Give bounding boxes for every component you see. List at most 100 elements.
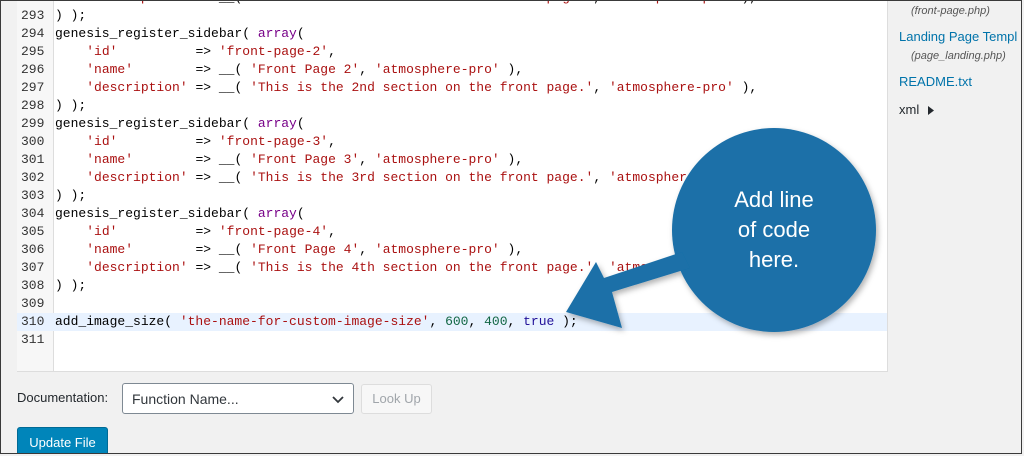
code-text: 'description' => __( 'This is the 4th se… <box>55 259 757 277</box>
code-line[interactable]: 297 'description' => __( 'This is the 2n… <box>17 79 887 97</box>
code-token: 'This is the 2nd section on the front pa… <box>250 80 594 95</box>
line-number: 294 <box>21 26 45 41</box>
callout-text-line: Add line <box>734 187 814 212</box>
code-token: ) ); <box>55 278 87 293</box>
code-token: , <box>359 242 375 257</box>
line-number: 310 <box>21 314 45 329</box>
code-token: genesis_register_sidebar( <box>55 206 258 221</box>
code-line[interactable]: 311 <box>17 331 887 349</box>
callout-text-line: here. <box>748 247 800 272</box>
code-line[interactable]: 309 <box>17 295 887 313</box>
code-text: 'id' => 'front-page-3', <box>55 133 336 151</box>
line-number: 306 <box>21 242 45 257</box>
code-token: => __( <box>133 62 251 77</box>
documentation-label: Documentation: <box>17 390 109 405</box>
code-token: 'Front Page 4' <box>250 242 360 257</box>
code-token: 'front-page-4' <box>218 224 329 239</box>
code-token: 'name' <box>86 62 134 77</box>
editor-screen: 292 'description' => __( 'This is the 1s… <box>0 0 1022 454</box>
code-line[interactable]: 301 'name' => __( 'Front Page 3', 'atmos… <box>17 151 887 169</box>
code-token: , <box>328 134 336 149</box>
code-token: ), <box>499 242 524 257</box>
code-token: => <box>117 134 219 149</box>
code-token: 'This is the 4th section on the front pa… <box>250 260 594 275</box>
code-token: , <box>593 260 609 275</box>
code-token: 'id' <box>86 224 118 239</box>
code-text: genesis_register_sidebar( array( <box>55 205 305 223</box>
line-number: 298 <box>21 98 45 113</box>
caret-right-icon <box>927 106 934 116</box>
code-token: => __( <box>187 260 251 275</box>
folder-xml[interactable]: xml <box>899 102 935 117</box>
code-token: ( <box>296 116 305 131</box>
code-line[interactable]: 298 ) ); <box>17 97 887 115</box>
file-link-landing-page[interactable]: Landing Page Templ <box>899 29 1017 44</box>
line-number: 296 <box>21 62 45 77</box>
code-line[interactable]: 308 ) ); <box>17 277 887 295</box>
line-number: 299 <box>21 116 45 131</box>
code-text: ) ); <box>55 7 86 25</box>
documentation-select[interactable]: Function Name... <box>122 383 354 414</box>
code-line[interactable]: 299 genesis_register_sidebar( array( <box>17 115 887 133</box>
code-token: => __( <box>187 170 251 185</box>
code-token: 'description' <box>86 1 187 5</box>
look-up-button[interactable]: Look Up <box>361 384 432 414</box>
line-number: 311 <box>21 332 45 347</box>
line-number: 307 <box>21 260 45 275</box>
code-line[interactable]: 293 ) ); <box>17 7 887 25</box>
code-text: 'id' => 'front-page-4', <box>55 223 336 241</box>
code-text: ) ); <box>55 97 86 115</box>
code-token: ); <box>554 314 578 329</box>
code-line[interactable]: 310 add_image_size( 'the-name-for-custom-… <box>17 313 887 331</box>
code-token: 'This is the 3rd section on the front pa… <box>250 170 594 185</box>
line-number: 308 <box>21 278 45 293</box>
code-token: ( <box>296 206 305 221</box>
code-token: genesis_register_sidebar( <box>55 26 258 41</box>
code-token: 'description' <box>86 170 188 185</box>
code-line[interactable]: 300 'id' => 'front-page-3', <box>17 133 887 151</box>
code-line[interactable]: 295 'id' => 'front-page-2', <box>17 43 887 61</box>
code-token: ( <box>296 26 305 41</box>
line-number: 297 <box>21 80 45 95</box>
code-token: , <box>328 224 336 239</box>
line-number: 301 <box>21 152 45 167</box>
code-line[interactable]: 296 'name' => __( 'Front Page 2', 'atmos… <box>17 61 887 79</box>
code-token: 'This is the 1st section on the front pa… <box>250 1 593 5</box>
code-token: , <box>328 44 336 59</box>
code-text: 'description' => __( 'This is the 3rd se… <box>55 169 757 187</box>
line-number: 300 <box>21 134 45 149</box>
file-sub-landing-page: (page_landing.php) <box>911 50 1006 62</box>
update-file-button[interactable]: Update File <box>17 427 108 453</box>
line-number: 302 <box>21 170 45 185</box>
theme-files-sidebar: (front-page.php) Landing Page Templ (pag… <box>891 1 1021 371</box>
code-token: , <box>593 170 609 185</box>
code-token: 'id' <box>86 134 118 149</box>
code-token: , <box>359 152 375 167</box>
code-token: 'description' <box>86 260 188 275</box>
code-token: ) ); <box>55 8 87 23</box>
code-token: ), <box>499 152 524 167</box>
code-text: 'name' => __( 'Front Page 3', 'atmospher… <box>55 151 523 169</box>
code-text: 'name' => __( 'Front Page 2', 'atmospher… <box>55 61 523 79</box>
line-number: 304 <box>21 206 45 221</box>
code-line[interactable]: 294 genesis_register_sidebar( array( <box>17 25 887 43</box>
code-text: ) ); <box>55 277 86 295</box>
code-text: 'name' => __( 'Front Page 4', 'atmospher… <box>55 241 523 259</box>
line-number: 293 <box>21 8 45 23</box>
code-token: true <box>523 314 555 329</box>
code-token: ), <box>733 170 758 185</box>
line-number: 295 <box>21 44 45 59</box>
code-text: genesis_register_sidebar( array( <box>55 25 305 43</box>
code-token: array <box>257 116 297 131</box>
file-link-readme[interactable]: README.txt <box>899 74 972 89</box>
code-token: add_image_size( <box>55 314 180 329</box>
code-token: => __( <box>133 242 251 257</box>
code-token: 'atmosphere-pro' <box>608 80 734 95</box>
code-token: => <box>117 224 219 239</box>
callout-text: Add line of code here. <box>700 185 848 275</box>
